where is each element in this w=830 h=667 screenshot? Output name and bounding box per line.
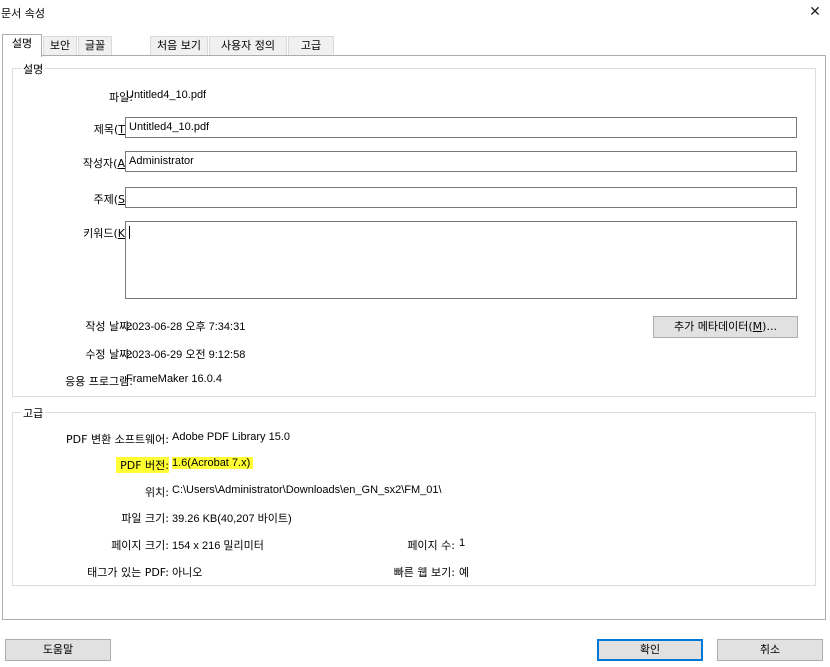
application-label: 응용 프로그램:	[65, 375, 133, 388]
description-group: 설명 파일: Untitled4_10.pdf 제목(T): Untitled4…	[12, 61, 816, 397]
author-field[interactable]: Administrator	[125, 151, 797, 172]
producer-label: PDF 변환 소프트웨어:	[66, 433, 169, 446]
file-size-label: 파일 크기:	[121, 512, 169, 525]
advanced-group-title: 고급	[21, 405, 46, 421]
tab-description[interactable]: 설명	[2, 34, 42, 57]
file-value: Untitled4_10.pdf	[126, 89, 207, 101]
title-bar: 문서 속성 ✕	[0, 0, 830, 26]
tab-custom[interactable]: 사용자 정의	[209, 36, 287, 56]
fast-web-view-value: 예	[459, 567, 470, 579]
tagged-pdf-value: 아니오	[172, 567, 203, 579]
page-size-value: 154 x 216 밀리미터	[172, 540, 264, 552]
tab-security[interactable]: 보안	[43, 36, 77, 56]
help-button[interactable]: 도움말	[5, 639, 111, 661]
page-count-value: 1	[459, 537, 466, 549]
tagged-pdf-label: 태그가 있는 PDF:	[87, 566, 169, 579]
created-value: 2023-06-28 오후 7:34:31	[126, 321, 246, 333]
pdf-version-label: PDF 버전:	[116, 457, 169, 473]
text-caret	[129, 226, 130, 239]
modified-value: 2023-06-29 오전 9:12:58	[126, 349, 246, 361]
producer-value: Adobe PDF Library 15.0	[172, 431, 291, 443]
window-title: 문서 속성	[1, 7, 45, 20]
more-metadata-button[interactable]: 추가 메타데이터(M)...	[653, 316, 798, 338]
tab-panel: 설명 파일: Untitled4_10.pdf 제목(T): Untitled4…	[2, 55, 826, 620]
close-icon[interactable]: ✕	[800, 0, 830, 24]
cancel-button[interactable]: 취소	[717, 639, 823, 661]
location-label: 위치:	[145, 486, 169, 499]
fast-web-view-label: 빠른 웹 보기:	[393, 566, 455, 579]
page-count-label: 페이지 수:	[407, 539, 455, 552]
advanced-group: 고급 PDF 변환 소프트웨어: Adobe PDF Library 15.0 …	[12, 405, 816, 586]
subject-field[interactable]	[125, 187, 797, 208]
file-size-value: 39.26 KB(40,207 바이트)	[172, 513, 292, 525]
keywords-field[interactable]	[125, 221, 797, 299]
ok-button[interactable]: 확인	[597, 639, 703, 661]
page-size-label: 페이지 크기:	[111, 539, 169, 552]
tab-advanced[interactable]: 고급	[288, 36, 334, 56]
description-group-title: 설명	[21, 61, 46, 77]
pdf-version-value: 1.6(Acrobat 7.x)	[172, 457, 254, 469]
application-value: FrameMaker 16.0.4	[126, 373, 222, 385]
tab-fonts[interactable]: 글꼴	[78, 36, 112, 56]
title-field[interactable]: Untitled4_10.pdf	[125, 117, 797, 138]
tab-initial-view[interactable]: 처음 보기	[150, 36, 208, 56]
location-value: C:\Users\Administrator\Downloads\en_GN_s…	[172, 484, 442, 496]
